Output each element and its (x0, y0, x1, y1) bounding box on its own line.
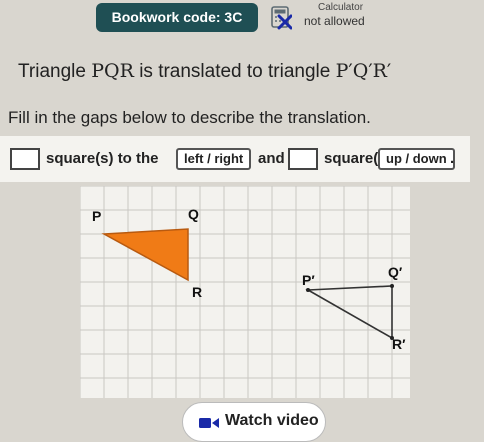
left-right-select[interactable]: left / right (176, 148, 252, 170)
original-triangle-name: PQR (91, 60, 134, 82)
answer-text-1: square(s) to the (46, 150, 159, 167)
label-q-prime: Q′ (388, 264, 403, 280)
label-p-prime: P′ (302, 272, 315, 288)
question-text: Triangle PQR is translated to triangle P… (18, 60, 391, 83)
vertex-p-prime (306, 288, 310, 292)
coordinate-grid: P Q R P′ Q′ R′ (80, 186, 410, 398)
question-prefix: Triangle (18, 61, 86, 82)
label-q: Q (188, 206, 199, 222)
image-triangle-name: P′Q′R′ (335, 60, 392, 82)
answer-text-2: and (258, 150, 285, 167)
watch-video-button[interactable]: Watch video (182, 402, 326, 442)
answer-end-punctuation: . (450, 150, 455, 167)
grid-lines (80, 186, 410, 398)
calculator-title: Calculator (318, 2, 364, 13)
label-r: R (192, 284, 203, 300)
watch-video-label: Watch video (225, 412, 319, 429)
horizontal-squares-input[interactable] (10, 148, 40, 170)
triangle-pqr (101, 228, 189, 282)
calculator-not-allowed-icon (271, 6, 292, 30)
label-r-prime: R′ (392, 336, 406, 352)
video-camera-icon (199, 418, 219, 428)
label-p: P (92, 208, 102, 224)
grid-drawing (80, 186, 410, 398)
up-down-select[interactable]: up / down (378, 148, 455, 170)
bookwork-code-badge: Bookwork code: 3C (96, 3, 258, 32)
vertical-squares-input[interactable] (288, 148, 318, 170)
question-middle: is translated to triangle (139, 61, 331, 82)
calculator-status: not allowed (304, 14, 365, 28)
instruction-text: Fill in the gaps below to describe the t… (8, 108, 371, 127)
answer-row: square(s) to the left / right and square… (0, 136, 470, 182)
calculator-indicator: Calculator not allowed (270, 2, 380, 36)
vertex-q-prime (390, 284, 394, 288)
